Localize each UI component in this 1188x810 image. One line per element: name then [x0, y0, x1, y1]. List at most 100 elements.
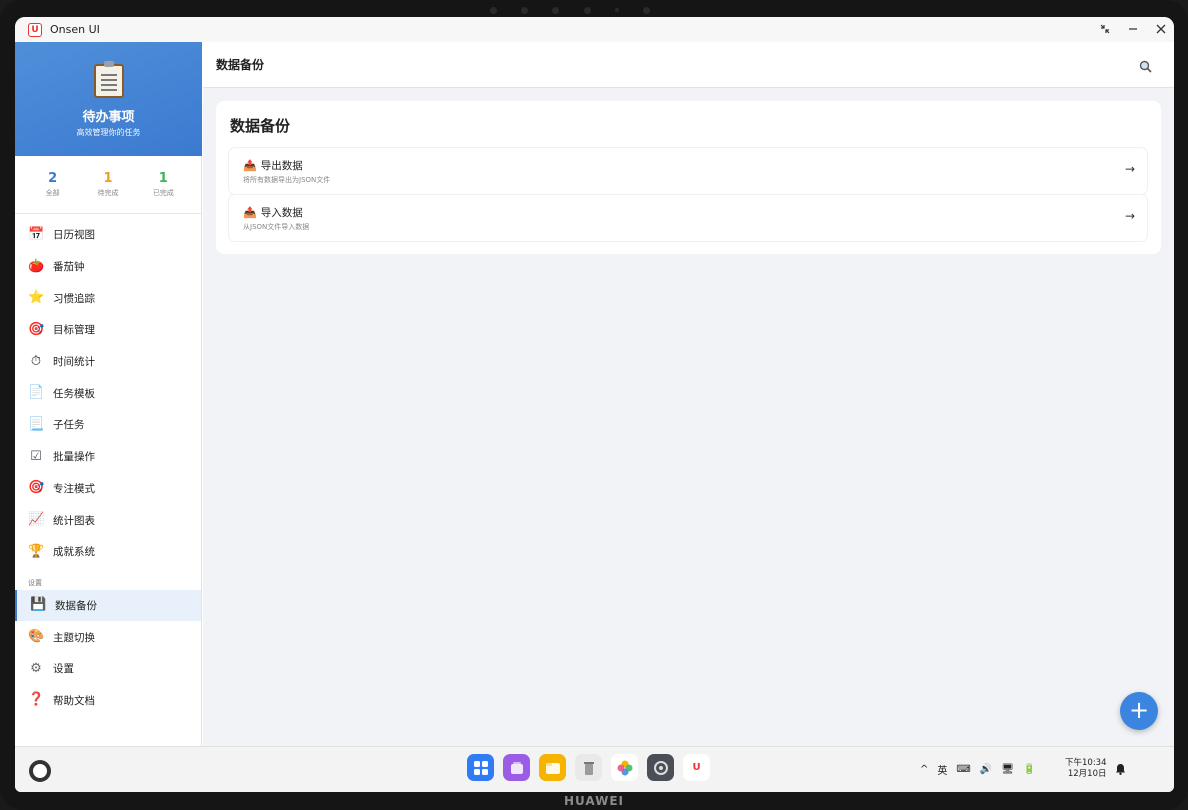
- sidebar-item-habits[interactable]: ⭐ 习惯追踪: [15, 282, 201, 314]
- add-task-fab[interactable]: +: [1120, 692, 1158, 730]
- page-topbar: 数据备份: [203, 42, 1174, 88]
- files-icon[interactable]: [539, 754, 566, 781]
- sidebar-item-label: 设置: [53, 663, 74, 676]
- target-icon: 🎯: [28, 321, 45, 337]
- sidebar-item-label: 批量操作: [53, 451, 95, 464]
- system-tray: ^ 英 ⌨ 🔊 🖥 🔋: [920, 762, 1035, 777]
- start-button[interactable]: [29, 760, 51, 782]
- sidebar-item-achievements[interactable]: 🏆 成就系统: [15, 536, 201, 568]
- sidebar-item-time-stats[interactable]: ⏱ 时间统计: [15, 346, 201, 378]
- floppy-disk-icon: 💾: [30, 597, 47, 613]
- main-content: 数据备份 数据备份 📤 导出数据 将所有数据导出为JSON文件 → 📤 导入数据…: [203, 42, 1174, 746]
- clock-time: 下午10:34: [1065, 758, 1107, 768]
- sidebar-item-label: 番茄钟: [53, 261, 85, 274]
- import-data-row[interactable]: 📤 导入数据 从JSON文件导入数据 →: [229, 195, 1147, 241]
- sidebar-item-settings[interactable]: ⚙ 设置: [15, 653, 201, 685]
- input-method-icon[interactable]: 英: [937, 762, 947, 777]
- stat-value: 2: [48, 171, 58, 186]
- onsen-ui-app-icon[interactable]: U: [683, 754, 710, 781]
- stat-value: 1: [158, 171, 168, 186]
- import-tray-icon: 📤: [243, 206, 257, 219]
- sidebar-header: 待办事项 高效管理你的任务: [15, 42, 202, 156]
- clock[interactable]: 下午10:34 12月10日: [1065, 758, 1107, 780]
- row-subtitle: 将所有数据导出为JSON文件: [243, 176, 331, 184]
- document-icon: 📄: [28, 385, 45, 401]
- app-title: 待办事项: [82, 110, 135, 125]
- stat-value: 1: [103, 171, 113, 186]
- stat-done[interactable]: 1 已完成: [138, 171, 188, 198]
- restore-window-button[interactable]: [1100, 24, 1110, 36]
- app-dock: U: [467, 754, 710, 781]
- sidebar-item-label: 专注模式: [53, 482, 95, 495]
- palette-icon: 🎨: [28, 629, 45, 645]
- sidebar-item-label: 习惯追踪: [53, 292, 95, 305]
- display-icon[interactable]: 🖥: [1001, 764, 1014, 775]
- stat-pending[interactable]: 1 待完成: [83, 171, 133, 198]
- trash-icon[interactable]: [575, 754, 602, 781]
- sidebar-item-label: 主题切换: [53, 631, 95, 644]
- tray-expand-icon[interactable]: ^: [920, 764, 928, 775]
- sidebar-item-charts[interactable]: 📈 统计图表: [15, 504, 201, 536]
- backup-card: 数据备份 📤 导出数据 将所有数据导出为JSON文件 → 📤 导入数据 从JSO…: [216, 101, 1161, 254]
- search-button[interactable]: [1139, 58, 1152, 73]
- settings-section-label: 设置: [28, 578, 42, 587]
- keyboard-icon[interactable]: ⌨: [956, 764, 970, 775]
- target-icon: 🎯: [28, 480, 45, 496]
- sidebar-item-focus[interactable]: 🎯 专注模式: [15, 473, 201, 505]
- sidebar-item-theme[interactable]: 🎨 主题切换: [15, 621, 201, 653]
- sidebar-item-batch[interactable]: ☑ 批量操作: [15, 441, 201, 473]
- settings-app-icon[interactable]: [647, 754, 674, 781]
- system-taskbar: U ^ 英 ⌨ 🔊 🖥 🔋 下午10:34 12月10日: [15, 746, 1174, 792]
- tablet-device: U Onsen UI 待办事项 高效管理你的任务 2 全部 1 待完成 1 已完…: [0, 0, 1188, 810]
- stopwatch-icon: ⏱: [30, 353, 42, 369]
- sidebar-item-calendar[interactable]: 📅 日历视图: [15, 219, 201, 251]
- sidebar-item-label: 目标管理: [53, 324, 95, 337]
- notification-bell-icon[interactable]: [1115, 763, 1126, 778]
- question-icon: ❓: [28, 692, 45, 708]
- minimize-icon: [1129, 27, 1137, 30]
- sidebar-item-label: 统计图表: [53, 514, 95, 527]
- photos-icon[interactable]: [611, 754, 638, 781]
- screen: U Onsen UI 待办事项 高效管理你的任务 2 全部 1 待完成 1 已完…: [15, 17, 1174, 792]
- sidebar-item-label: 子任务: [53, 419, 85, 432]
- volume-icon[interactable]: 🔊: [980, 764, 992, 775]
- arrow-right-icon: →: [1124, 209, 1135, 223]
- window-title: Onsen UI: [50, 23, 100, 36]
- sidebar-item-label: 数据备份: [55, 599, 97, 612]
- gear-icon: ⚙: [30, 660, 42, 676]
- sidebar-item-label: 日历视图: [53, 229, 95, 242]
- export-data-row[interactable]: 📤 导出数据 将所有数据导出为JSON文件 →: [229, 148, 1147, 194]
- app-grid-icon[interactable]: [467, 754, 494, 781]
- chart-icon: 📈: [28, 512, 45, 528]
- sidebar-item-templates[interactable]: 📄 任务模板: [15, 377, 201, 409]
- window-titlebar: U Onsen UI: [15, 17, 1174, 42]
- sidebar: 待办事项 高效管理你的任务 2 全部 1 待完成 1 已完成 📅 日历视图 🍅 …: [15, 42, 202, 746]
- sidebar-item-subtasks[interactable]: 📃 子任务: [15, 409, 201, 441]
- close-window-button[interactable]: [1156, 24, 1166, 36]
- sidebar-item-label: 时间统计: [53, 356, 95, 369]
- sidebar-item-label: 任务模板: [53, 387, 95, 400]
- sidebar-item-goals[interactable]: 🎯 目标管理: [15, 314, 201, 346]
- sidebar-item-backup[interactable]: 💾 数据备份: [15, 589, 201, 622]
- sidebar-item-pomodoro[interactable]: 🍅 番茄钟: [15, 251, 201, 283]
- stat-label: 已完成: [152, 189, 174, 197]
- battery-icon[interactable]: 🔋: [1023, 764, 1035, 775]
- card-title: 数据备份: [230, 117, 291, 135]
- clock-date: 12月10日: [1067, 769, 1107, 779]
- stat-label: 待完成: [97, 189, 119, 197]
- app-logo-icon: U: [28, 22, 42, 37]
- device-brand: HUAWEI: [563, 794, 625, 808]
- sidebar-item-label: 成就系统: [53, 546, 95, 559]
- camera-bar: [490, 4, 650, 16]
- multitask-icon[interactable]: [503, 754, 530, 781]
- app-subtitle: 高效管理你的任务: [76, 128, 141, 137]
- close-icon: [1156, 24, 1166, 33]
- sidebar-nav: 📅 日历视图 🍅 番茄钟 ⭐ 习惯追踪 🎯 目标管理 ⏱ 时间统计 📄 任务模板 📃 子任务 …: [15, 214, 201, 716]
- minimize-window-button[interactable]: [1128, 24, 1138, 36]
- page-title: 数据备份: [216, 58, 265, 72]
- page-icon: 📃: [28, 416, 45, 432]
- sidebar-item-help[interactable]: ❓ 帮助文档: [15, 685, 201, 717]
- search-icon: [1139, 60, 1152, 73]
- row-title: 导出数据: [260, 160, 303, 172]
- stat-all[interactable]: 2 全部: [28, 171, 78, 198]
